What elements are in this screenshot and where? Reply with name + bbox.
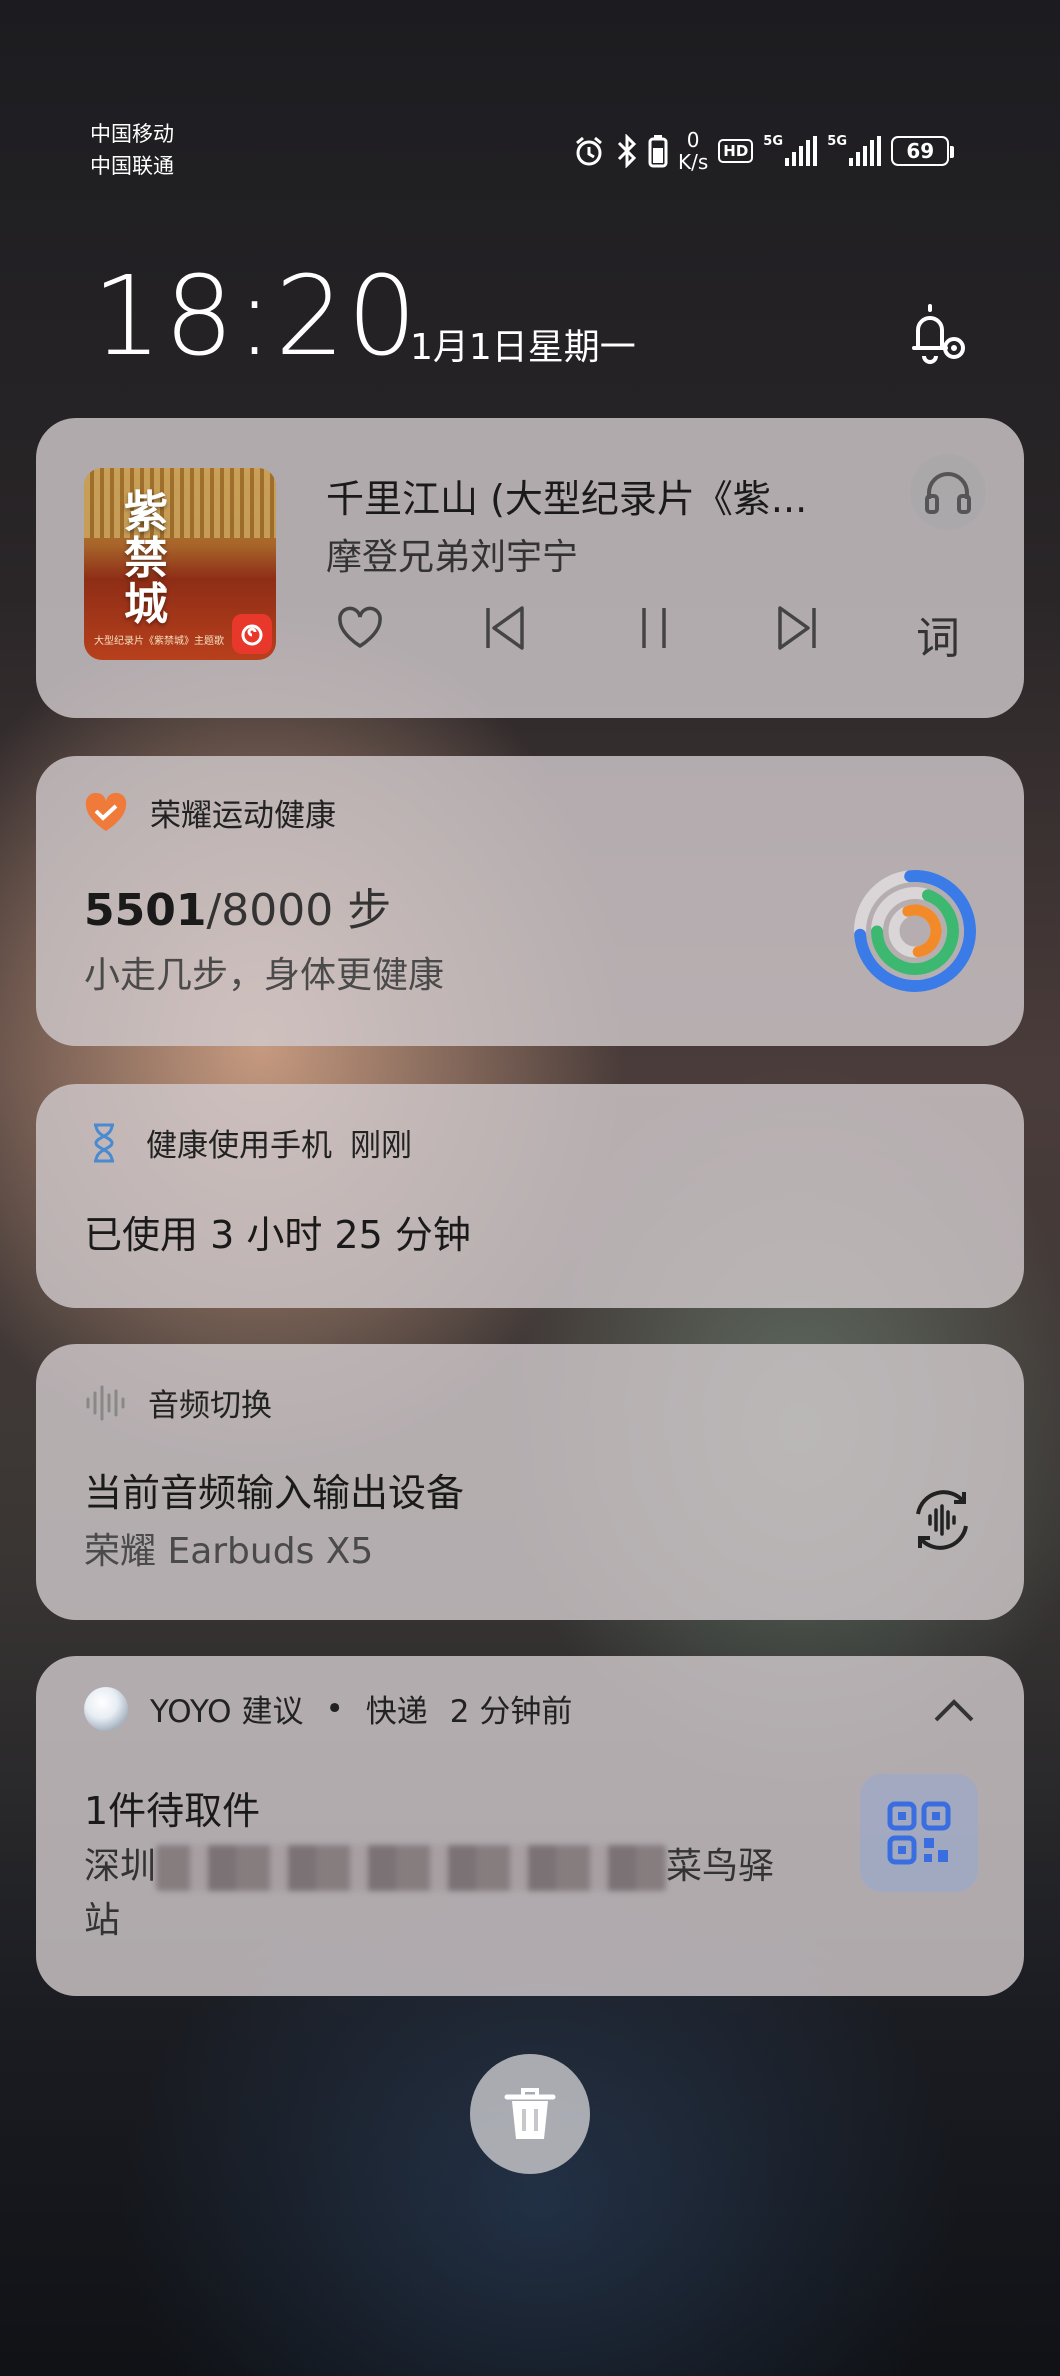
screen-time-card[interactable]: 健康使用手机 刚刚 已使用 3 小时 25 分钟 <box>36 1084 1024 1308</box>
battery-indicator: 69 <box>891 136 955 166</box>
health-heart-icon <box>85 792 127 831</box>
audio-switch-app-name: 音频切换 <box>148 1388 272 1424</box>
yoyo-message: 深圳 菜鸟驿 站 <box>84 1840 844 1948</box>
system-icons: 0 K/s HD 5G 5G 69 <box>572 126 955 176</box>
hourglass-icon <box>94 1123 114 1162</box>
skip-previous-icon <box>486 606 524 650</box>
sim1-network-label: 5G <box>763 134 784 149</box>
pickup-qr-code-button[interactable] <box>860 1774 978 1892</box>
redacted-address <box>156 1845 667 1891</box>
netease-music-icon <box>232 614 272 654</box>
network-speed: 0 K/s <box>678 129 708 173</box>
pause-button[interactable] <box>624 598 684 658</box>
screen-time-usage: 已使用 3 小时 25 分钟 <box>84 1213 471 1257</box>
heart-icon <box>338 606 382 649</box>
sim2-network-label: 5G <box>827 134 848 149</box>
alarm-icon <box>572 134 606 168</box>
health-app-header: 荣耀运动健康 <box>84 790 336 835</box>
headphones-icon[interactable] <box>910 454 986 530</box>
health-app-name: 荣耀运动健康 <box>150 798 336 834</box>
sound-wave-icon <box>86 1385 125 1420</box>
skip-next-icon <box>778 606 816 650</box>
yoyo-suggestion-card[interactable]: YOYO 建议 • 快递 2 分钟前 1件待取件 深圳 菜鸟驿 站 <box>36 1656 1024 1996</box>
network-speed-unit: K/s <box>678 150 709 174</box>
yoyo-orb-icon <box>84 1686 128 1731</box>
screen-time-time-ago: 刚刚 <box>350 1128 412 1164</box>
previous-track-button[interactable] <box>474 598 534 658</box>
music-player-card[interactable]: 紫禁城 大型纪录片《紫禁城》主题歌 千里江山 (大型纪录片《紫... 摩登兄弟刘… <box>36 418 1024 718</box>
audio-switch-card[interactable]: 音频切换 当前音频输入输出设备 荣耀 Earbuds X5 <box>36 1344 1024 1620</box>
song-title: 千里江山 (大型纪录片《紫... <box>326 477 808 521</box>
hd-voice-badge: HD <box>718 139 754 163</box>
yoyo-time-ago: 2 分钟前 <box>449 1694 573 1730</box>
favorite-button[interactable] <box>330 598 390 658</box>
yoyo-message-start: 深圳 <box>84 1846 157 1887</box>
qr-code-icon <box>887 1801 951 1865</box>
steps-goal: /8000 步 <box>206 885 392 936</box>
yoyo-message-line2: 站 <box>84 1900 121 1941</box>
audio-switch-icon[interactable] <box>906 1484 978 1556</box>
steps-current: 5501 <box>84 885 207 936</box>
yoyo-app-name: YOYO 建议 <box>150 1694 304 1730</box>
yoyo-title: 1件待取件 <box>84 1789 261 1833</box>
yoyo-header: YOYO 建议 • 快递 2 分钟前 <box>84 1686 572 1731</box>
activity-rings-icon <box>850 866 980 996</box>
notification-settings-icon[interactable] <box>900 300 974 370</box>
health-notification-card[interactable]: 荣耀运动健康 5501/8000 步 小走几步，身体更健康 <box>36 756 1024 1046</box>
next-track-button[interactable] <box>768 598 828 658</box>
carrier-1: 中国移动 <box>90 122 174 146</box>
lock-clock: 18:20 <box>92 252 420 380</box>
sim1-signal-icon: 5G <box>763 134 818 166</box>
audio-device-name: 荣耀 Earbuds X5 <box>84 1531 374 1572</box>
bluetooth-icon <box>616 134 638 168</box>
song-artist: 摩登兄弟刘宇宁 <box>326 537 579 578</box>
battery-level: 69 <box>906 139 935 163</box>
sim2-signal-icon: 5G <box>827 134 882 166</box>
trash-icon <box>504 2088 556 2139</box>
network-speed-value: 0 <box>686 128 700 152</box>
audio-switch-title: 当前音频输入输出设备 <box>84 1471 465 1515</box>
carrier-info: 中国移动 中国联通 <box>90 118 174 182</box>
health-subtitle: 小走几步，身体更健康 <box>84 955 445 996</box>
album-art-text: 紫禁城 <box>124 487 168 630</box>
pause-icon <box>642 608 666 648</box>
screen-time-app-name: 健康使用手机 <box>146 1128 332 1164</box>
lock-date: 1月1日星期一 <box>410 327 636 368</box>
yoyo-category: 快递 <box>365 1694 428 1730</box>
collapse-chevron-icon[interactable] <box>932 1696 976 1730</box>
yoyo-message-end: 菜鸟驿 <box>666 1846 775 1887</box>
carrier-2: 中国联通 <box>90 154 174 178</box>
yoyo-dot: • <box>325 1690 344 1727</box>
screen-time-header: 健康使用手机 刚刚 <box>84 1120 412 1165</box>
album-art[interactable]: 紫禁城 大型纪录片《紫禁城》主题歌 <box>84 468 276 660</box>
status-bar: 中国移动 中国联通 0 K/s HD 5G 5G 69 <box>0 116 1060 186</box>
clear-notifications-button[interactable] <box>470 2054 590 2174</box>
audio-switch-header: 音频切换 <box>84 1380 272 1425</box>
lyrics-button[interactable]: 词 <box>916 602 960 666</box>
steps-count: 5501/8000 步 <box>84 874 391 938</box>
album-art-caption: 大型纪录片《紫禁城》主题歌 <box>94 636 224 647</box>
phone-battery-icon <box>648 134 668 168</box>
